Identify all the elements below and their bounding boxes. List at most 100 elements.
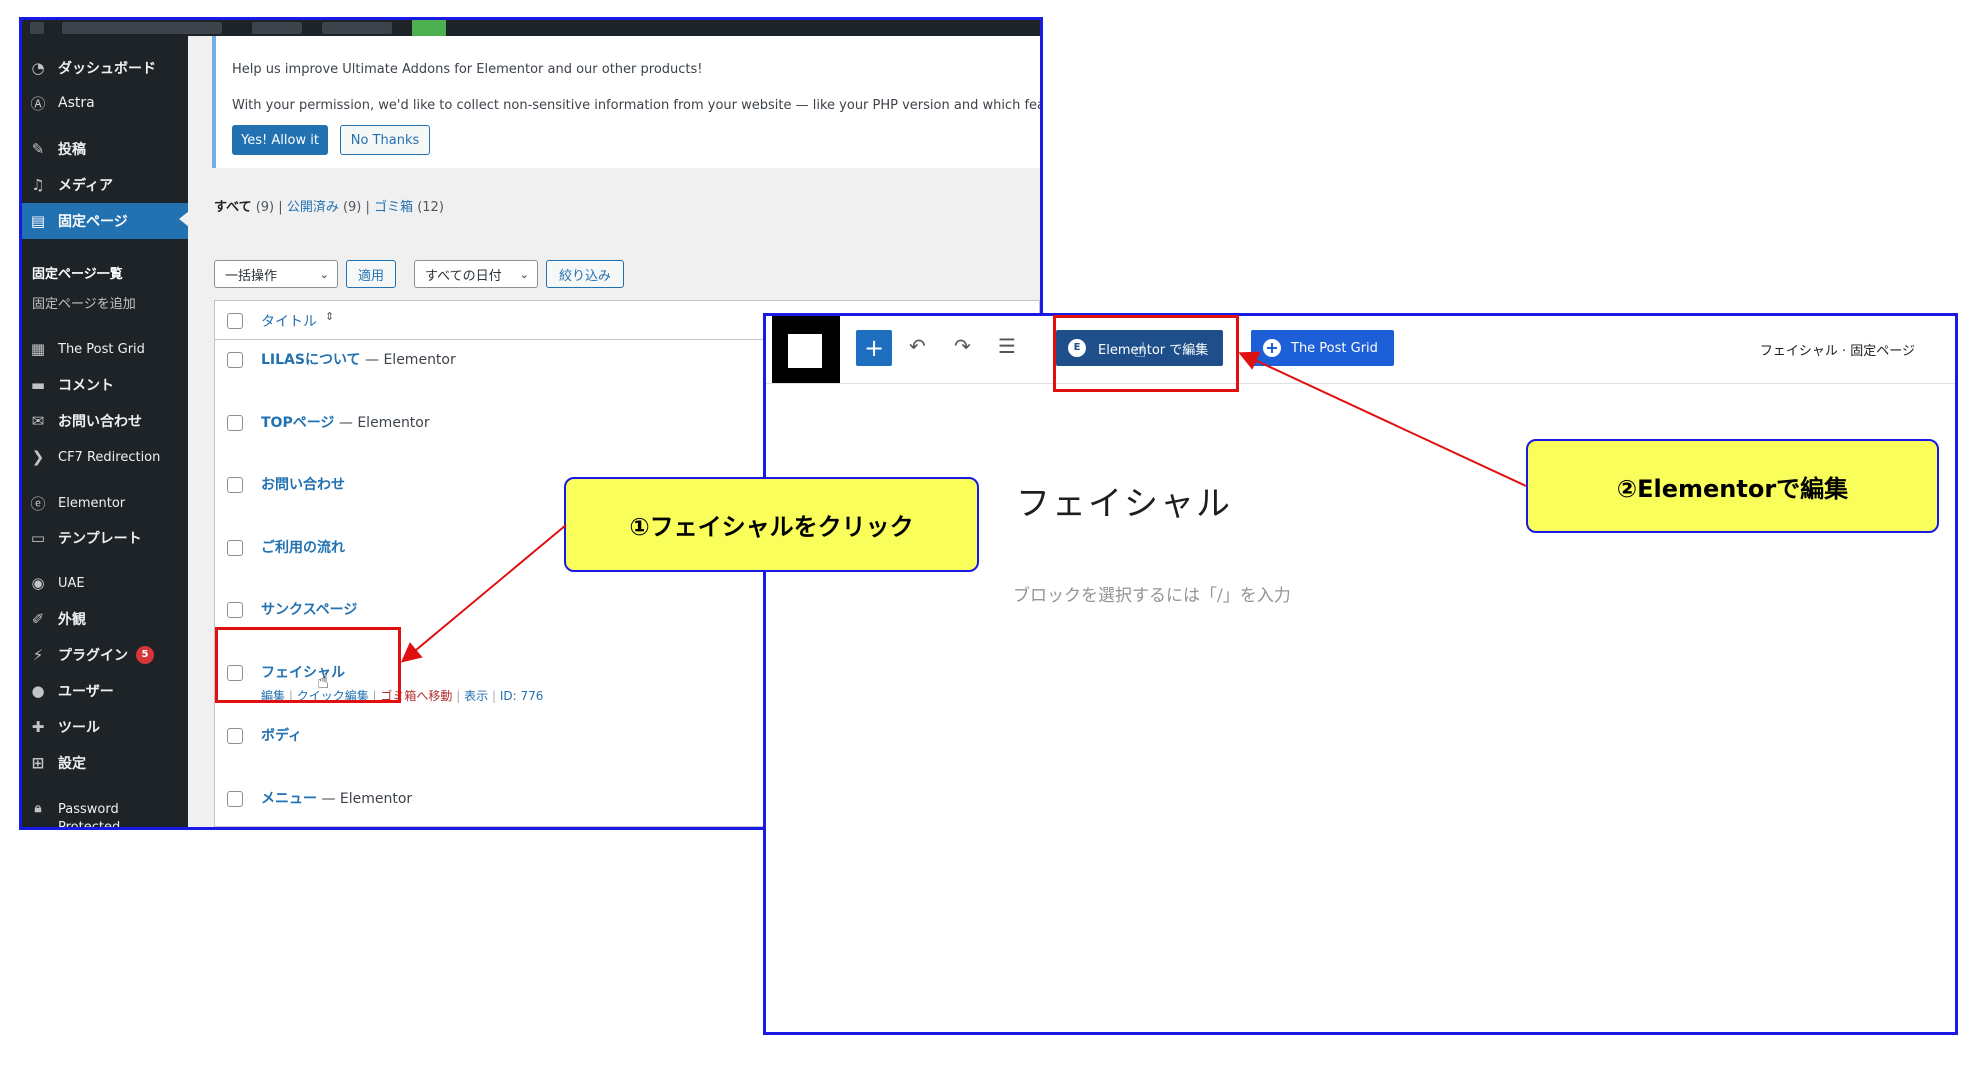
undo-icon[interactable]: ↶ — [909, 334, 926, 358]
redo-icon[interactable]: ↷ — [954, 334, 971, 358]
filter-all[interactable]: すべて — [214, 200, 252, 215]
mail-icon: ✉ — [31, 412, 45, 430]
settings-icon: ⊞ — [31, 754, 45, 772]
uae-icon: ◉ — [31, 574, 45, 592]
title-column-header[interactable]: タイトル — [261, 311, 317, 331]
sidebar-item-label: UAE — [58, 575, 85, 591]
sidebar-item-plugins[interactable]: ⚡ プラグイン 5 — [22, 639, 188, 671]
admin-bar-new[interactable] — [322, 22, 392, 34]
no-thanks-button[interactable]: No Thanks — [340, 125, 430, 155]
filter-separator: | — [278, 200, 283, 215]
separator: | — [491, 689, 500, 703]
sidebar-item-post-grid[interactable]: ▦ The Post Grid — [22, 333, 188, 365]
page-id: ID: 776 — [499, 689, 544, 703]
bulk-action-value: 一括操作 — [225, 268, 278, 284]
page-icon: ▤ — [30, 212, 46, 230]
filter-published[interactable]: 公開済み — [287, 200, 339, 215]
sidebar-item-contact[interactable]: ✉ お問い合わせ — [22, 405, 188, 437]
sidebar-item-uae[interactable]: ◉ UAE — [22, 567, 188, 599]
bulk-action-select[interactable]: 一括操作 ⌄ — [214, 260, 338, 288]
page-title-link[interactable]: TOPページ — Elementor — [261, 412, 430, 432]
post-grid-button[interactable]: The Post Grid — [1251, 330, 1394, 366]
block-placeholder[interactable]: ブロックを選択するには「/」を入力 — [1013, 581, 1291, 606]
page-title[interactable]: フェイシャル — [1016, 476, 1232, 525]
apply-button[interactable]: 適用 — [346, 260, 396, 288]
sidebar-item-label: お問い合わせ — [58, 414, 142, 430]
elementor-icon: ⓔ — [30, 494, 46, 513]
page-title-link[interactable]: メニュー — Elementor — [261, 788, 412, 808]
sidebar-item-astra[interactable]: Ⓐ Astra — [22, 87, 188, 119]
select-all-checkbox[interactable] — [227, 313, 243, 329]
sidebar-item-label: CF7 Redirection — [58, 449, 161, 465]
sidebar-item-tools[interactable]: ✚ ツール — [22, 711, 188, 743]
redirect-icon: ❯ — [31, 448, 45, 466]
sidebar-item-label: ツール — [58, 720, 100, 736]
date-filter-value: すべての日付 — [425, 268, 502, 284]
sidebar-item-pages[interactable]: ▤ 固定ページ — [22, 203, 189, 239]
sidebar-item-label: ダッシュボード — [58, 61, 156, 77]
folder-icon: ▭ — [30, 529, 46, 547]
document-breadcrumb[interactable]: フェイシャル · 固定ページ — [1760, 340, 1915, 359]
view-link[interactable]: 表示 — [464, 689, 488, 703]
sidebar-item-label: The Post Grid — [58, 341, 145, 357]
uae-usage-notice: Help us improve Ultimate Addons for Elem… — [212, 36, 1040, 168]
page-title-link[interactable]: ボディ — [261, 725, 302, 745]
grid-icon: ▦ — [30, 340, 46, 358]
filter-published-count: (9) — [342, 200, 362, 215]
sidebar-item-appearance[interactable]: ✐ 外観 — [22, 603, 188, 635]
editor-toolbar: + ↶ ↷ ☰ E Elementor で編集 ☝ The Post Grid … — [766, 316, 1955, 384]
row-checkbox[interactable] — [227, 415, 243, 431]
row-checkbox[interactable] — [227, 540, 243, 556]
sort-icon[interactable]: ⇕ — [325, 310, 334, 323]
filter-trash-count: (12) — [417, 200, 444, 215]
page-title-link[interactable]: ご利用の流れ — [261, 537, 345, 557]
chevron-down-icon: ⌄ — [519, 268, 529, 281]
sidebar-item-comments[interactable]: ▬ コメント — [22, 369, 188, 401]
brush-icon: ✐ — [31, 610, 45, 628]
sidebar-item-media[interactable]: ♫ メディア — [22, 169, 188, 201]
sidebar-item-elementor[interactable]: ⓔ Elementor — [22, 487, 188, 519]
admin-bar-site[interactable] — [62, 22, 222, 34]
date-filter-select[interactable]: すべての日付 ⌄ — [414, 260, 538, 288]
sidebar-item-label: 投稿 — [58, 142, 86, 158]
page-title-link[interactable]: お問い合わせ — [261, 474, 345, 494]
row-checkbox[interactable] — [227, 791, 243, 807]
sidebar-item-cf7-redirection[interactable]: ❯ CF7 Redirection — [22, 441, 188, 473]
comment-icon: ▬ — [30, 376, 46, 394]
document-overview-icon[interactable]: ☰ — [998, 334, 1016, 358]
row-checkbox[interactable] — [227, 352, 243, 368]
site-logo[interactable] — [772, 316, 840, 383]
row-checkbox[interactable] — [227, 477, 243, 493]
submenu-add-page[interactable]: 固定ページを追加 — [22, 293, 188, 312]
filter-button[interactable]: 絞り込み — [546, 260, 624, 288]
dashboard-icon: ◔ — [31, 59, 45, 77]
sidebar-item-label: 外観 — [58, 612, 86, 628]
user-icon: ● — [31, 682, 45, 700]
sidebar-item-label: 固定ページ — [58, 214, 128, 230]
add-block-button[interactable]: + — [856, 330, 892, 366]
astra-icon: Ⓐ — [30, 94, 46, 113]
admin-bar-green-item[interactable] — [412, 20, 446, 36]
page-title-link[interactable]: LILASについて — Elementor — [261, 349, 456, 369]
wordpress-logo-icon[interactable] — [30, 22, 44, 34]
page-title-link[interactable]: サンクスページ — [261, 599, 357, 619]
sidebar-item-users[interactable]: ● ユーザー — [22, 675, 188, 707]
sidebar-item-password-protected[interactable]: 🔒︎ Password Protected — [22, 801, 188, 827]
sidebar-item-settings[interactable]: ⊞ 設定 — [22, 747, 188, 779]
chevron-down-icon: ⌄ — [319, 268, 329, 281]
notice-text-1: Help us improve Ultimate Addons for Elem… — [232, 62, 703, 77]
sidebar-item-templates[interactable]: ▭ テンプレート — [22, 522, 188, 554]
sidebar-item-label: プラグイン — [58, 648, 128, 664]
admin-bar-updates[interactable] — [252, 22, 302, 34]
allow-button[interactable]: Yes! Allow it — [232, 125, 328, 155]
sidebar-item-posts[interactable]: ✎ 投稿 — [22, 133, 188, 165]
filter-trash[interactable]: ゴミ箱 — [374, 200, 413, 215]
row-checkbox[interactable] — [227, 602, 243, 618]
sidebar-item-dashboard[interactable]: ◔ ダッシュボード — [22, 52, 188, 84]
block-editor-screenshot: + ↶ ↷ ☰ E Elementor で編集 ☝ The Post Grid … — [763, 313, 1958, 1035]
admin-bar — [22, 20, 1040, 36]
row-checkbox[interactable] — [227, 728, 243, 744]
submenu-all-pages[interactable]: 固定ページ一覧 — [22, 263, 188, 282]
sidebar-item-label: コメント — [58, 378, 114, 394]
admin-sidebar: ◔ ダッシュボード Ⓐ Astra ✎ 投稿 ♫ メディア ▤ 固定ページ 固定ページ一覧… — [22, 36, 189, 827]
